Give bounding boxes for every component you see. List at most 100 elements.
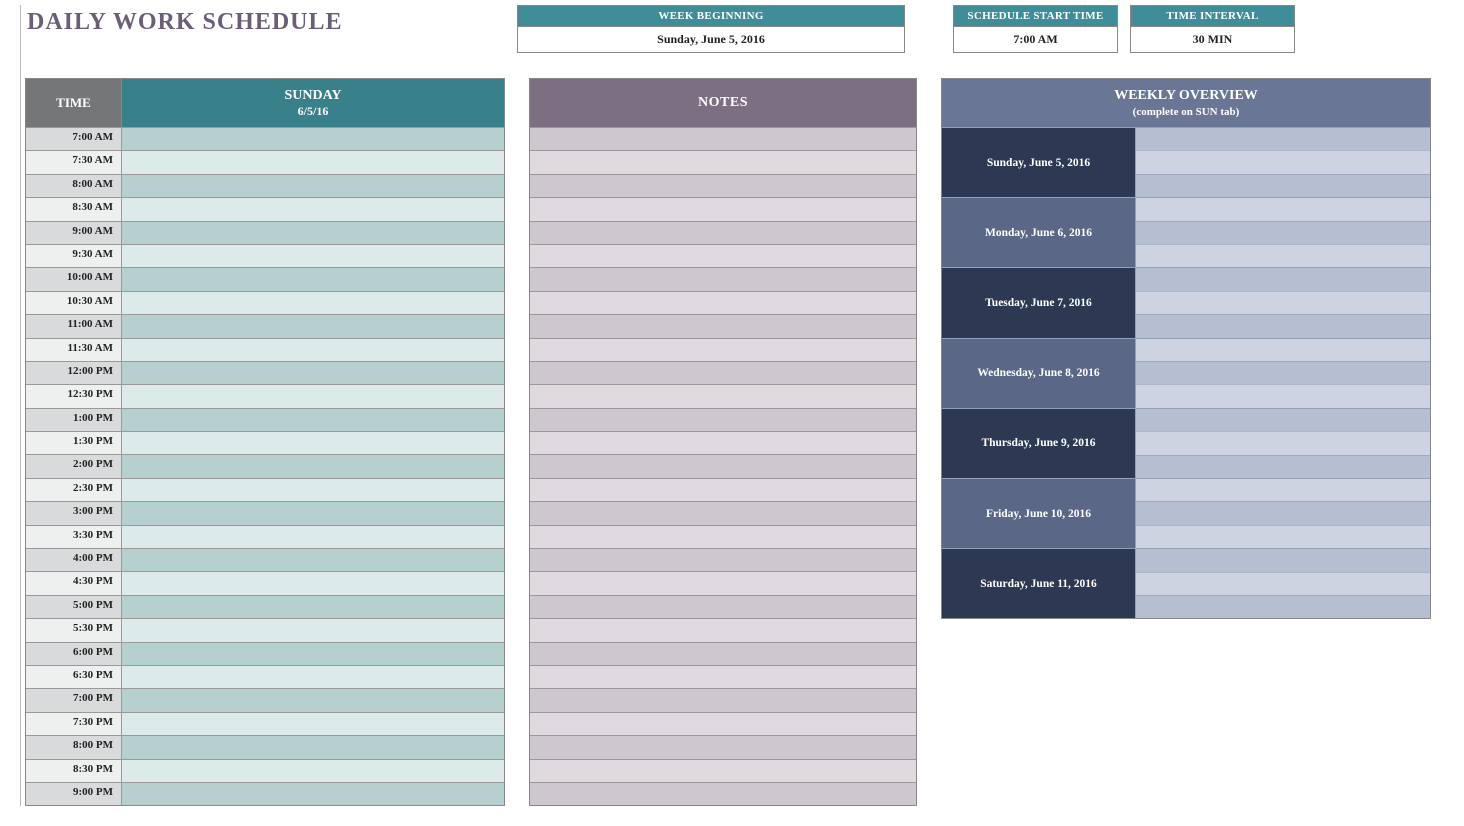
schedule-cell[interactable] bbox=[122, 502, 504, 524]
weekly-slot[interactable] bbox=[1136, 479, 1430, 501]
schedule-cell[interactable] bbox=[122, 128, 504, 150]
schedule-cell[interactable] bbox=[122, 596, 504, 618]
notes-row[interactable] bbox=[530, 361, 916, 384]
notes-row[interactable] bbox=[530, 642, 916, 665]
weekly-slot[interactable] bbox=[1136, 549, 1430, 571]
notes-row[interactable] bbox=[530, 127, 916, 150]
notes-row[interactable] bbox=[530, 548, 916, 571]
schedule-row: 4:30 PM bbox=[26, 571, 504, 594]
time-cell: 10:30 AM bbox=[26, 292, 122, 314]
schedule-cell[interactable] bbox=[122, 760, 504, 782]
schedule-cell[interactable] bbox=[122, 713, 504, 735]
weekly-slot[interactable] bbox=[1136, 291, 1430, 314]
notes-row[interactable] bbox=[530, 688, 916, 711]
notes-row[interactable] bbox=[530, 712, 916, 735]
notes-row[interactable] bbox=[530, 735, 916, 758]
weekly-slot[interactable] bbox=[1136, 525, 1430, 548]
weekly-slot[interactable] bbox=[1136, 595, 1430, 618]
notes-row[interactable] bbox=[530, 571, 916, 594]
weekly-row: Tuesday, June 7, 2016 bbox=[942, 267, 1430, 337]
schedule-cell[interactable] bbox=[122, 222, 504, 244]
weekly-day-slots bbox=[1136, 409, 1430, 478]
schedule-cell[interactable] bbox=[122, 245, 504, 267]
schedule-cell[interactable] bbox=[122, 385, 504, 407]
notes-row[interactable] bbox=[530, 525, 916, 548]
schedule-cell[interactable] bbox=[122, 151, 504, 173]
notes-row[interactable] bbox=[530, 150, 916, 173]
weekly-day-label: Sunday, June 5, 2016 bbox=[942, 128, 1136, 197]
time-column-header: TIME bbox=[26, 79, 122, 127]
notes-row[interactable] bbox=[530, 267, 916, 290]
weekly-slot[interactable] bbox=[1136, 198, 1430, 220]
weekly-slot[interactable] bbox=[1136, 431, 1430, 454]
schedule-cell[interactable] bbox=[122, 666, 504, 688]
schedule-cell[interactable] bbox=[122, 362, 504, 384]
schedule-cell[interactable] bbox=[122, 339, 504, 361]
weekly-slot[interactable] bbox=[1136, 572, 1430, 595]
schedule-cell[interactable] bbox=[122, 432, 504, 454]
notes-row[interactable] bbox=[530, 759, 916, 782]
notes-row[interactable] bbox=[530, 338, 916, 361]
notes-row[interactable] bbox=[530, 314, 916, 337]
weekly-slot[interactable] bbox=[1136, 409, 1430, 431]
notes-row[interactable] bbox=[530, 244, 916, 267]
week-beginning-box: WEEK BEGINNING Sunday, June 5, 2016 bbox=[517, 5, 905, 53]
schedule-cell[interactable] bbox=[122, 268, 504, 290]
notes-row[interactable] bbox=[530, 197, 916, 220]
notes-row[interactable] bbox=[530, 408, 916, 431]
week-beginning-value[interactable]: Sunday, June 5, 2016 bbox=[518, 27, 904, 52]
weekly-slot[interactable] bbox=[1136, 339, 1430, 361]
schedule-row: 6:30 PM bbox=[26, 665, 504, 688]
time-interval-value[interactable]: 30 MIN bbox=[1131, 27, 1294, 52]
schedule-cell[interactable] bbox=[122, 783, 504, 805]
schedule-cell[interactable] bbox=[122, 409, 504, 431]
schedule-cell[interactable] bbox=[122, 315, 504, 337]
schedule-cell[interactable] bbox=[122, 526, 504, 548]
schedule-row: 8:30 AM bbox=[26, 197, 504, 220]
notes-row[interactable] bbox=[530, 782, 916, 805]
schedule-cell[interactable] bbox=[122, 292, 504, 314]
schedule-cell[interactable] bbox=[122, 619, 504, 641]
notes-row[interactable] bbox=[530, 221, 916, 244]
weekly-slot[interactable] bbox=[1136, 150, 1430, 173]
notes-panel: NOTES bbox=[529, 78, 917, 806]
notes-row[interactable] bbox=[530, 478, 916, 501]
schedule-cell[interactable] bbox=[122, 736, 504, 758]
notes-row[interactable] bbox=[530, 595, 916, 618]
weekly-day-slots bbox=[1136, 268, 1430, 337]
schedule-cell[interactable] bbox=[122, 643, 504, 665]
time-cell: 1:00 PM bbox=[26, 409, 122, 431]
weekly-slot[interactable] bbox=[1136, 174, 1430, 197]
notes-row[interactable] bbox=[530, 174, 916, 197]
schedule-cell[interactable] bbox=[122, 175, 504, 197]
schedule-cell[interactable] bbox=[122, 455, 504, 477]
schedule-cell[interactable] bbox=[122, 198, 504, 220]
notes-row[interactable] bbox=[530, 431, 916, 454]
schedule-row: 7:00 AM bbox=[26, 127, 504, 150]
time-cell: 4:00 PM bbox=[26, 549, 122, 571]
weekly-header-title: WEEKLY OVERVIEW bbox=[942, 87, 1430, 105]
weekly-header-sub: (complete on SUN tab) bbox=[942, 105, 1430, 119]
notes-row[interactable] bbox=[530, 501, 916, 524]
schedule-cell[interactable] bbox=[122, 572, 504, 594]
weekly-slot[interactable] bbox=[1136, 361, 1430, 384]
notes-row[interactable] bbox=[530, 618, 916, 641]
notes-row[interactable] bbox=[530, 454, 916, 477]
schedule-cell[interactable] bbox=[122, 479, 504, 501]
weekly-slot[interactable] bbox=[1136, 128, 1430, 150]
notes-row[interactable] bbox=[530, 291, 916, 314]
weekly-slot[interactable] bbox=[1136, 221, 1430, 244]
weekly-slot[interactable] bbox=[1136, 314, 1430, 337]
weekly-slot[interactable] bbox=[1136, 384, 1430, 407]
weekly-slot[interactable] bbox=[1136, 244, 1430, 267]
start-time-value[interactable]: 7:00 AM bbox=[954, 27, 1117, 52]
weekly-slot[interactable] bbox=[1136, 501, 1430, 524]
schedule-cell[interactable] bbox=[122, 549, 504, 571]
time-cell: 6:00 PM bbox=[26, 643, 122, 665]
schedule-cell[interactable] bbox=[122, 689, 504, 711]
weekly-slot[interactable] bbox=[1136, 268, 1430, 290]
notes-row[interactable] bbox=[530, 384, 916, 407]
schedule-row: 5:30 PM bbox=[26, 618, 504, 641]
weekly-slot[interactable] bbox=[1136, 455, 1430, 478]
notes-row[interactable] bbox=[530, 665, 916, 688]
